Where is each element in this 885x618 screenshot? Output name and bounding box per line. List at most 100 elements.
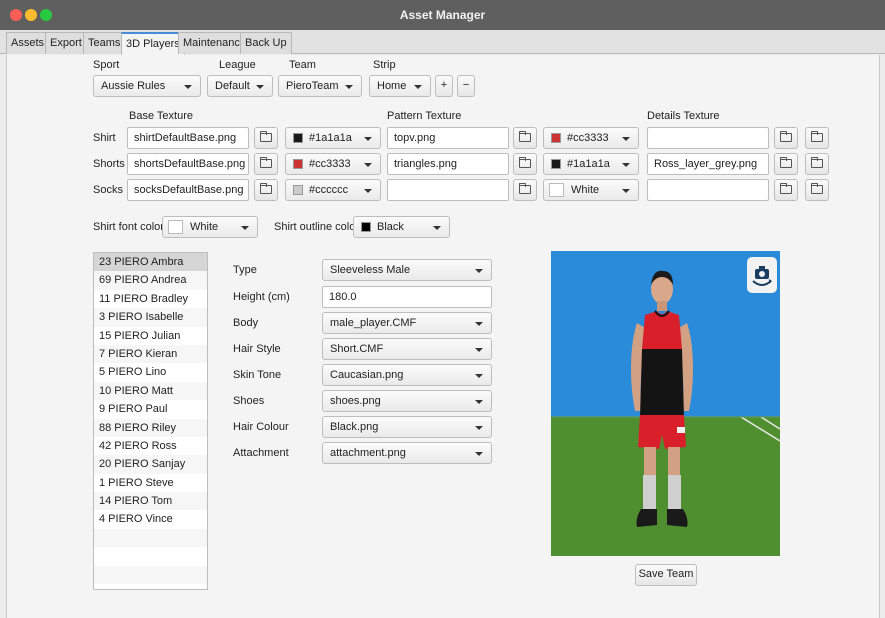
base-color-select[interactable]: #1a1a1a — [285, 127, 381, 149]
strip-label: Strip — [373, 59, 396, 71]
list-item[interactable]: 10 PIERO Matt — [94, 381, 207, 401]
shirt-font-color-label: Shirt font color — [93, 221, 164, 233]
empty-list-row — [94, 565, 207, 585]
base-color-select[interactable]: #cc3333 — [285, 153, 381, 175]
list-item[interactable]: 3 PIERO Isabelle — [94, 308, 207, 327]
folder-icon — [780, 157, 792, 168]
list-item[interactable]: 15 PIERO Julian — [94, 327, 207, 345]
folder-icon — [260, 183, 272, 194]
player-3d-preview[interactable] — [551, 251, 780, 556]
list-item[interactable]: 4 PIERO Vince — [94, 510, 207, 528]
list-item[interactable]: 9 PIERO Paul — [94, 400, 207, 418]
tab-back-up[interactable]: Back Up — [240, 32, 292, 54]
tab-assets[interactable]: Assets — [6, 32, 50, 54]
chevron-down-icon — [256, 85, 264, 89]
browse-button[interactable] — [254, 179, 278, 201]
color-swatch — [293, 133, 303, 143]
tab-teams[interactable]: Teams — [83, 32, 126, 54]
details-texture-field[interactable]: Ross_layer_grey.png — [647, 153, 769, 175]
texture-row-label: Shirt — [93, 132, 116, 144]
list-item[interactable]: 5 PIERO Lino — [94, 363, 207, 381]
browse-button[interactable] — [805, 127, 829, 149]
player-list[interactable]: 23 PIERO Ambra 69 PIERO Andrea 11 PIERO … — [93, 252, 208, 590]
list-item[interactable]: 88 PIERO Riley — [94, 418, 207, 437]
remove-strip-button[interactable]: − — [457, 75, 475, 97]
list-item[interactable]: 14 PIERO Tom — [94, 492, 207, 511]
camera-rotate-button[interactable] — [747, 257, 777, 293]
details-texture-field[interactable] — [647, 127, 769, 149]
chevron-down-icon — [184, 85, 192, 89]
hair-colour-select[interactable]: Black.png — [322, 416, 492, 438]
browse-button[interactable] — [774, 179, 798, 201]
camera-rotate-icon — [752, 266, 772, 286]
team-select[interactable]: PieroTeam — [278, 75, 362, 97]
players-panel: Sport Aussie Rules League Default Team P… — [6, 55, 880, 618]
pattern-color-select[interactable]: #cc3333 — [543, 127, 639, 149]
save-team-button[interactable]: Save Team — [635, 564, 697, 586]
color-swatch — [551, 159, 561, 169]
color-swatch — [293, 185, 303, 195]
list-item[interactable]: 11 PIERO Bradley — [94, 290, 207, 308]
list-item[interactable]: 23 PIERO Ambra — [94, 253, 207, 272]
shirt-outline-color-select[interactable]: Black — [353, 216, 450, 238]
skin-tone-select[interactable]: Caucasian.png — [322, 364, 492, 386]
sport-select[interactable]: Aussie Rules — [93, 75, 201, 97]
chevron-down-icon — [364, 163, 372, 167]
player-model — [551, 270, 780, 527]
browse-button[interactable] — [513, 127, 537, 149]
folder-icon — [780, 131, 792, 142]
chevron-down-icon — [433, 226, 441, 230]
shoes-label: Shoes — [233, 395, 265, 407]
list-item[interactable]: 7 PIERO Kieran — [94, 344, 207, 364]
list-item[interactable]: 42 PIERO Ross — [94, 437, 207, 455]
pattern-texture-field[interactable]: topv.png — [387, 127, 509, 149]
list-item[interactable]: 20 PIERO Sanjay — [94, 455, 207, 474]
browse-button[interactable] — [254, 153, 278, 175]
base-texture-field[interactable]: socksDefaultBase.png — [127, 179, 249, 201]
browse-button[interactable] — [513, 153, 537, 175]
chevron-down-icon — [241, 226, 249, 230]
tab-3d-players[interactable]: 3D Players — [121, 32, 185, 55]
tab-export[interactable]: Export — [45, 32, 87, 54]
browse-button[interactable] — [774, 127, 798, 149]
base-texture-field[interactable]: shortsDefaultBase.png — [127, 153, 249, 175]
team-label: Team — [289, 59, 316, 71]
browse-button[interactable] — [513, 179, 537, 201]
list-item[interactable]: 1 PIERO Steve — [94, 474, 207, 492]
pattern-texture-field[interactable] — [387, 179, 509, 201]
browse-button[interactable] — [774, 153, 798, 175]
pattern-color-select[interactable]: #1a1a1a — [543, 153, 639, 175]
color-swatch — [293, 159, 303, 169]
list-item[interactable]: 69 PIERO Andrea — [94, 271, 207, 290]
base-texture-field[interactable]: shirtDefaultBase.png — [127, 127, 249, 149]
hair-style-select[interactable]: Short.CMF — [322, 338, 492, 360]
league-select[interactable]: Default — [207, 75, 273, 97]
shoes-select[interactable]: shoes.png — [322, 390, 492, 412]
browse-button[interactable] — [254, 127, 278, 149]
browse-button[interactable] — [805, 179, 829, 201]
chevron-down-icon — [475, 426, 483, 430]
pattern-color-select[interactable]: White — [543, 179, 639, 201]
folder-icon — [780, 183, 792, 194]
shirt-font-color-select[interactable]: White — [162, 216, 258, 238]
folder-icon — [519, 183, 531, 194]
chevron-down-icon — [475, 322, 483, 326]
pattern-texture-field[interactable]: triangles.png — [387, 153, 509, 175]
browse-button[interactable] — [805, 153, 829, 175]
body-label: Body — [233, 317, 259, 329]
details-texture-field[interactable] — [647, 179, 769, 201]
add-strip-button[interactable]: + — [435, 75, 453, 97]
base-color-select[interactable]: #cccccc — [285, 179, 381, 201]
folder-icon — [260, 157, 272, 168]
details-texture-header: Details Texture — [647, 110, 720, 122]
pattern-texture-header: Pattern Texture — [387, 110, 462, 122]
type-select[interactable]: Sleeveless Male — [322, 259, 492, 281]
body-select[interactable]: male_player.CMF — [322, 312, 492, 334]
texture-row-label: Socks — [93, 184, 123, 196]
window-title: Asset Manager — [399, 8, 486, 22]
height-field[interactable]: 180.0 — [322, 286, 492, 308]
attachment-select[interactable]: attachment.png — [322, 442, 492, 464]
skin-tone-label: Skin Tone — [233, 369, 282, 381]
strip-select[interactable]: Home — [369, 75, 431, 97]
color-swatch — [168, 220, 183, 234]
